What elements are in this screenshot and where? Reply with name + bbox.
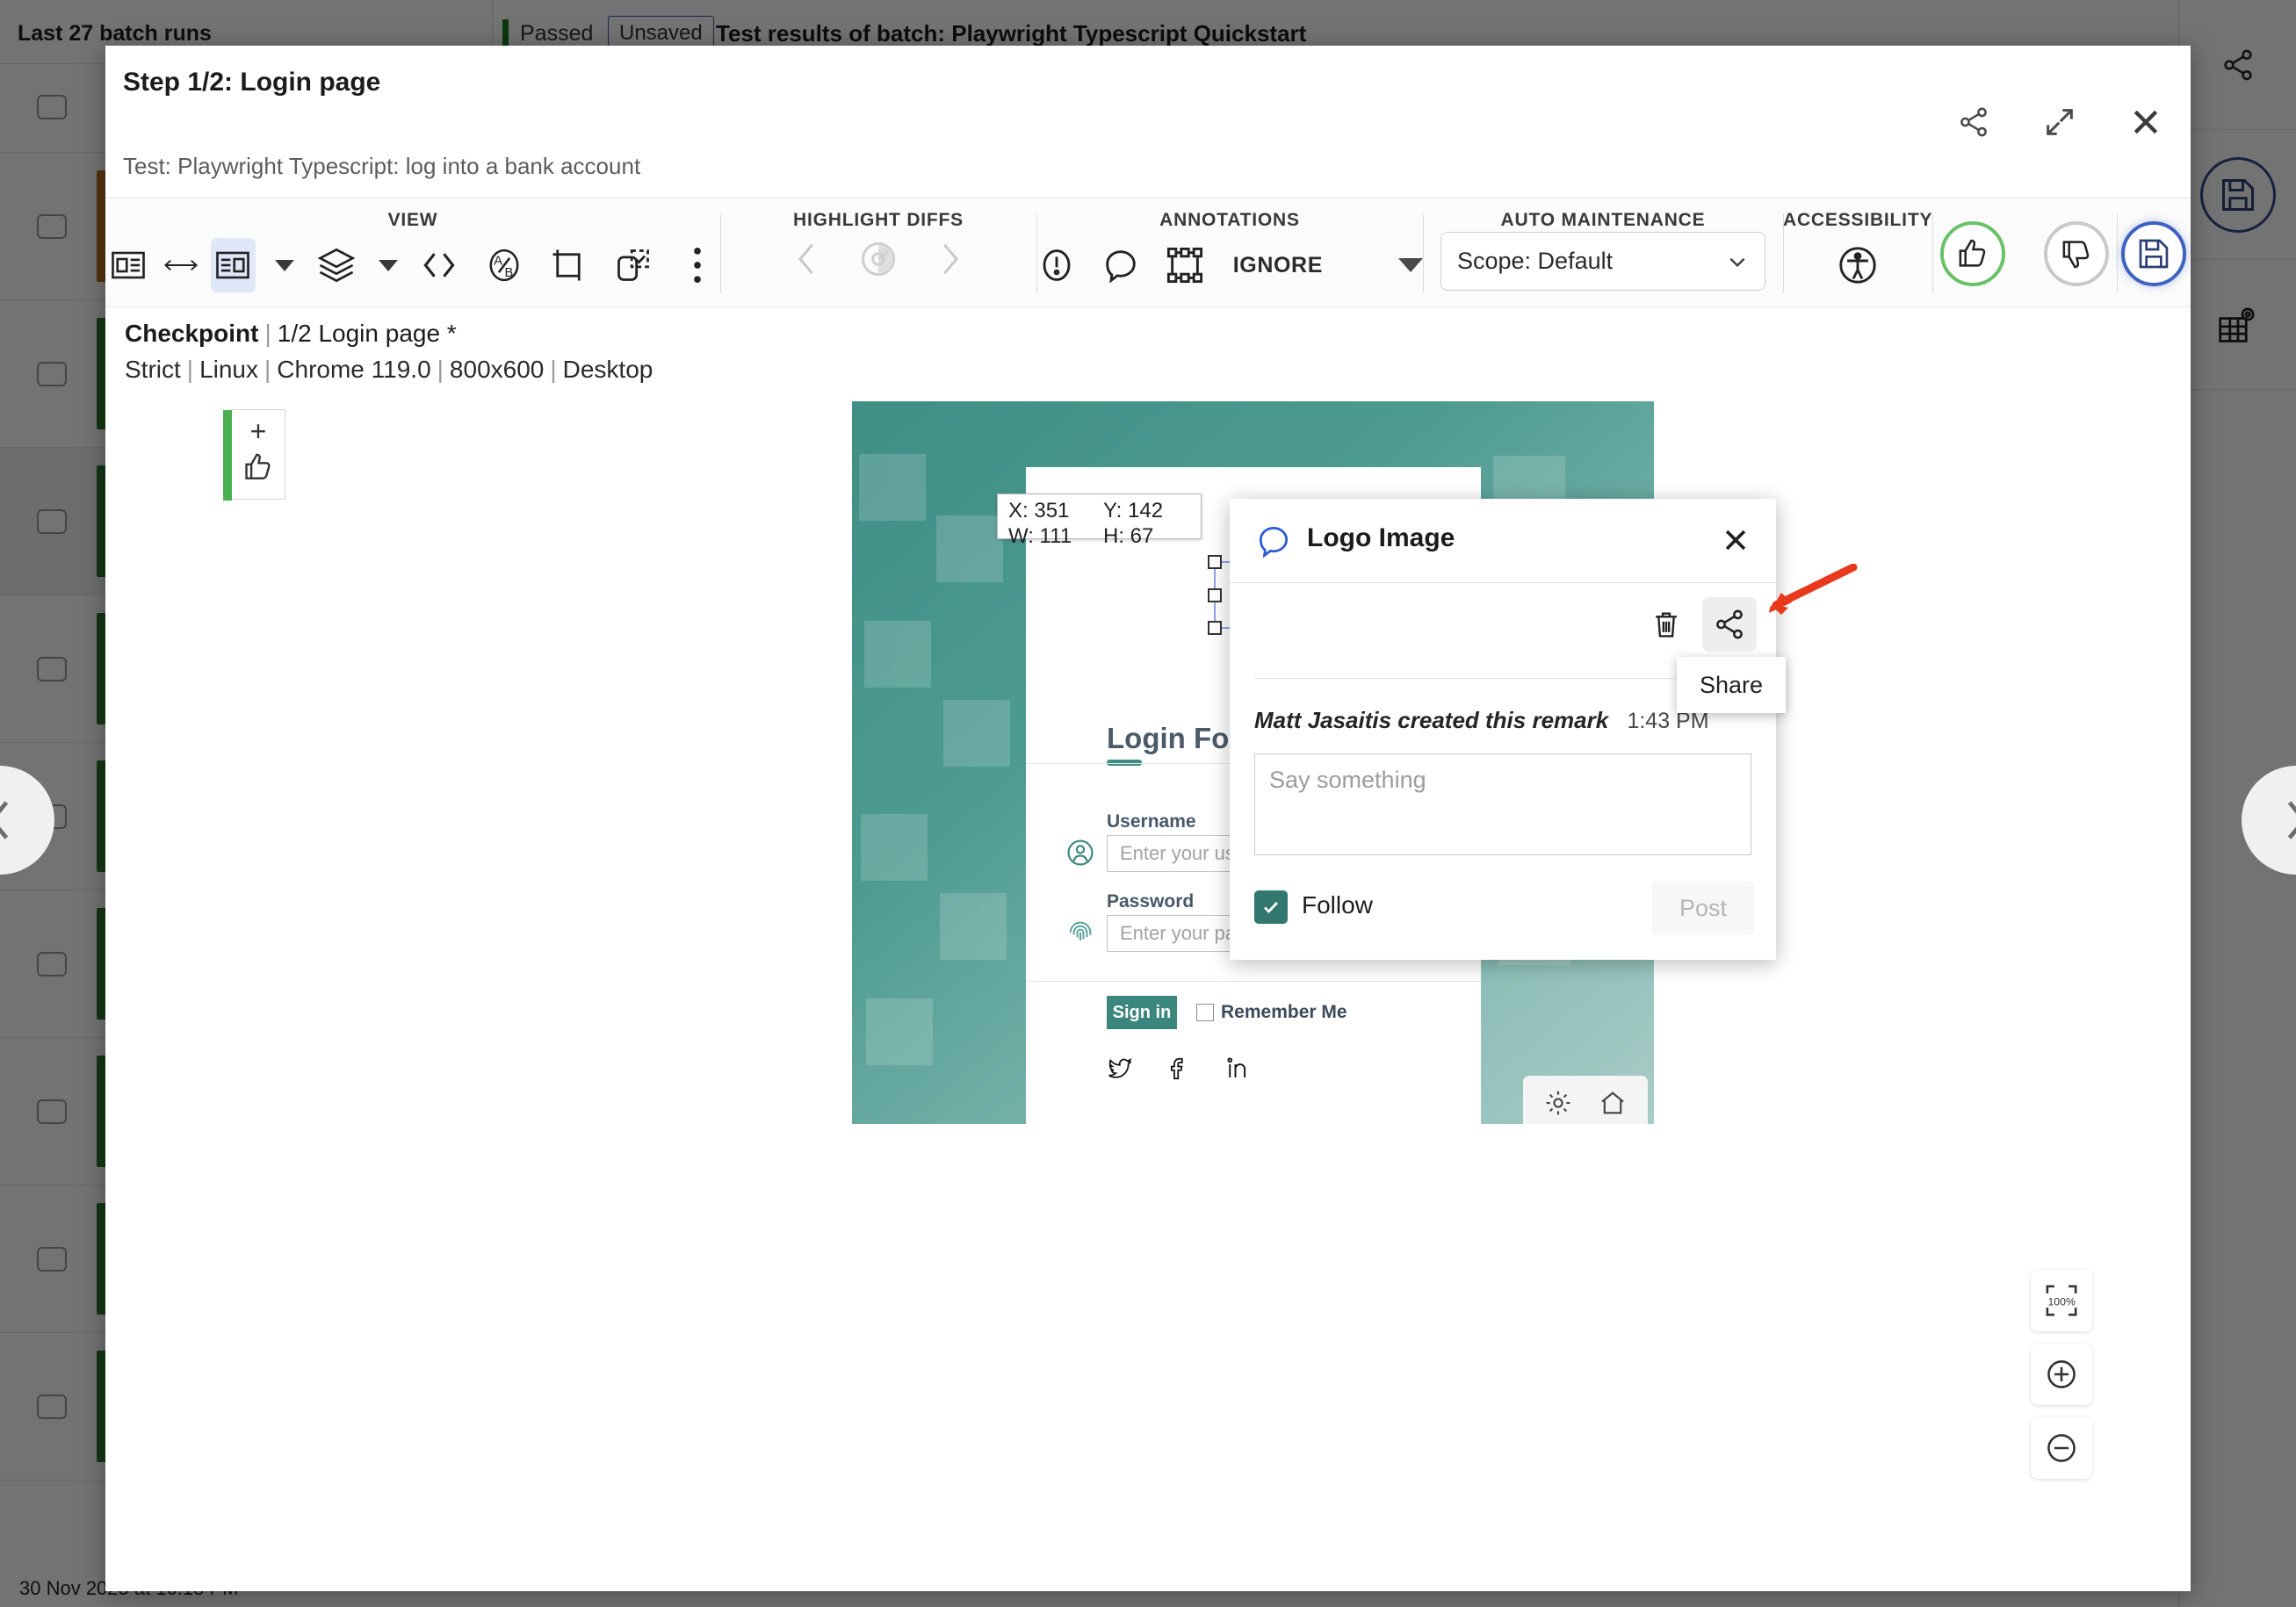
user-avatar-icon	[1063, 835, 1098, 870]
layers-dropdown-caret[interactable]	[378, 259, 398, 271]
annotation-comment-button[interactable]	[1101, 238, 1142, 292]
annotation-issue-button[interactable]	[1036, 238, 1078, 292]
checkpoint-meta-0: Strict	[125, 356, 181, 383]
save-button[interactable]	[2121, 221, 2186, 286]
twitter-icon[interactable]	[1107, 1056, 1133, 1082]
thumbs-up-button[interactable]	[1940, 221, 2005, 286]
toolbar-group-highlight-diffs: HIGHLIGHT DIFFS	[720, 198, 1036, 308]
toolbar-group-accessibility: ACCESSIBILITY	[1783, 198, 1932, 308]
modal-share-button[interactable]	[1952, 100, 1996, 144]
test-subtitle: Test: Playwright Typescript: log into a …	[123, 153, 641, 179]
accessibility-button[interactable]	[1830, 238, 1885, 292]
modal-close-button[interactable]	[2124, 100, 2168, 144]
sel-x: X: 351	[1008, 499, 1070, 522]
fingerprint-icon	[1063, 915, 1098, 950]
more-options-button[interactable]	[675, 238, 721, 292]
checkpoint-meta-2: Chrome 119.0	[277, 356, 431, 383]
zoom-fit-button[interactable]: 100%	[2031, 1270, 2092, 1331]
diff-toggle-button[interactable]	[857, 238, 899, 280]
prev-diff-button[interactable]	[792, 241, 822, 277]
screenshot-footer-buttons[interactable]	[1523, 1076, 1648, 1124]
home-icon[interactable]	[1598, 1088, 1628, 1118]
comment-input[interactable]: Say something	[1254, 753, 1751, 855]
facebook-icon[interactable]	[1166, 1056, 1192, 1082]
checkpoint-name: 1/2 Login page *	[277, 320, 457, 347]
post-button[interactable]: Post	[1652, 881, 1754, 935]
username-label: Username	[1107, 811, 1196, 832]
widget-status-bar	[223, 410, 232, 501]
svg-text:100%: 100%	[2047, 1295, 2075, 1308]
view-dropdown-caret[interactable]	[275, 259, 294, 271]
sel-w: W: 111	[1008, 524, 1072, 549]
svg-text:A: A	[494, 254, 502, 268]
zoom-out-button[interactable]	[2031, 1417, 2092, 1479]
select-region-button[interactable]	[610, 238, 656, 292]
layers-button[interactable]	[314, 238, 359, 292]
password-label: Password	[1107, 891, 1195, 912]
linkedin-icon[interactable]	[1224, 1056, 1251, 1082]
toolbar-group-label: HIGHLIGHT DIFFS	[793, 210, 964, 230]
remark-author-text: Matt Jasaitis created this remark	[1254, 707, 1609, 733]
checkpoint-meta-1: Linux	[199, 356, 258, 383]
checkpoint-info: Checkpoint | 1/2 Login page * Strict | Linux…	[125, 320, 653, 383]
modal-header: Step 1/2: Login page Test: Playwright Ty…	[105, 46, 2191, 179]
ab-compare-button[interactable]: A B	[481, 238, 527, 292]
remark-delete-button[interactable]	[1639, 597, 1693, 652]
share-tooltip: Share	[1677, 657, 1786, 713]
social-links[interactable]	[1107, 1056, 1251, 1082]
view-side-by-side-button[interactable]	[105, 238, 151, 292]
toolbar-group-label: ACCESSIBILITY	[1783, 210, 1933, 230]
remark-popup: Logo Image Matt Jasaitis created this re…	[1230, 499, 1776, 960]
remark-author-line: Matt Jasaitis created this remark 1:43 P…	[1254, 707, 1709, 734]
toolbar-group-label: ANNOTATIONS	[1159, 210, 1300, 230]
view-dom-code-button[interactable]	[417, 238, 463, 292]
sel-h: H: 67	[1103, 524, 1154, 549]
svg-text:B: B	[504, 266, 513, 280]
zoom-in-button[interactable]	[2031, 1344, 2092, 1405]
toolbar-group-verdict	[1932, 198, 2117, 308]
remark-close-button[interactable]	[1717, 522, 1754, 558]
selection-dimensions-tooltip: X: 351 Y: 142 W: 111 H: 67	[997, 494, 1202, 548]
follow-checkbox[interactable]	[1254, 890, 1288, 924]
view-single-button[interactable]	[210, 238, 256, 292]
toolbar-group-annotations: ANNOTATIONS IGNORE	[1036, 198, 1423, 308]
remark-action-buttons	[1639, 597, 1757, 652]
thumbs-up-icon	[232, 450, 285, 484]
remember-me-label: Remember Me	[1221, 1002, 1347, 1022]
remark-header: Logo Image	[1230, 499, 1776, 583]
plus-icon: +	[249, 415, 267, 447]
step-detail-modal: Step 1/2: Login page Test: Playwright Ty…	[105, 46, 2191, 1591]
checkpoint-meta-3: 800x600	[449, 356, 545, 383]
toolbar-group-save	[2117, 198, 2191, 308]
scope-select[interactable]: Scope: Default	[1440, 232, 1765, 291]
modal-expand-button[interactable]	[2038, 100, 2082, 144]
sel-y: Y: 142	[1103, 499, 1164, 522]
signin-button[interactable]: Sign in	[1107, 996, 1177, 1029]
remark-title: Logo Image	[1307, 523, 1455, 552]
chevron-down-icon	[1726, 250, 1749, 273]
step-title: Step 1/2: Login page	[123, 68, 381, 97]
toolbar-group-label: VIEW	[387, 210, 438, 230]
ignore-label: IGNORE	[1232, 252, 1323, 277]
toolbar-group-label: AUTO MAINTENANCE	[1500, 210, 1706, 230]
zoom-controls[interactable]: 100%	[2031, 1270, 2092, 1479]
modal-toolbar: VIEW A B HIGHLIGHT DIFFS ANNOTATIONS IGN…	[105, 198, 2191, 307]
add-thumbs-up-widget[interactable]: +	[223, 409, 285, 501]
swap-arrows-icon	[163, 255, 199, 276]
red-arrow-annotation	[1755, 564, 1859, 618]
remember-me-checkbox[interactable]	[1196, 1004, 1214, 1021]
scope-value: Scope: Default	[1457, 248, 1614, 274]
toolbar-group-view: VIEW A B	[105, 198, 720, 308]
gear-icon[interactable]	[1543, 1088, 1573, 1118]
next-diff-button[interactable]	[935, 241, 964, 277]
crop-button[interactable]	[546, 238, 592, 292]
thumbs-down-button[interactable]	[2044, 221, 2109, 286]
checkpoint-meta-4: Desktop	[562, 356, 653, 383]
checkpoint-label: Checkpoint	[125, 320, 259, 347]
annotations-dropdown-caret[interactable]	[1397, 258, 1423, 272]
annotation-ignore-region-button[interactable]	[1165, 238, 1205, 292]
remark-share-button[interactable]	[1702, 597, 1757, 652]
comment-bubble-icon	[1254, 522, 1293, 560]
follow-label: Follow	[1302, 891, 1373, 919]
